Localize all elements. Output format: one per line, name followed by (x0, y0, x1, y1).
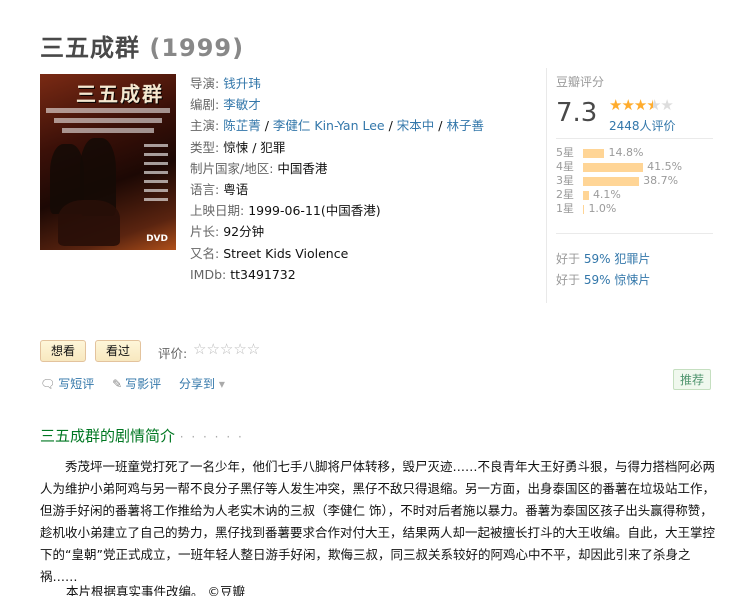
better-than-item: 好于 59% 犯罪片 (556, 252, 651, 266)
poster-credits (144, 144, 168, 207)
divider (556, 233, 713, 234)
want-to-watch-button[interactable]: 想看 (40, 340, 87, 362)
summary-text: 秀茂坪一班童党打死了一名少年，他们七手八脚将尸体转移，毁尸灭迹……不良青年大王好… (40, 459, 716, 584)
rate-stars-input[interactable]: ☆☆☆☆☆ (193, 340, 260, 358)
rating-bar (583, 191, 589, 200)
poster-band (62, 128, 154, 133)
better-than-genre-link[interactable]: 惊悚片 (614, 273, 650, 287)
comment-icon: 🗨 (40, 377, 56, 391)
genre: 犯罪 (260, 139, 286, 155)
rating-label: 豆瓣评分 (556, 75, 605, 89)
rating-pct: 1.0% (588, 202, 617, 215)
movie-poster[interactable]: 三五成群 DVD (40, 74, 176, 250)
rating-row-label: 3星 (556, 174, 574, 187)
rating-row-label: 5星 (556, 146, 574, 159)
poster-title: 三五成群 (76, 82, 164, 106)
cast-link[interactable]: 陈芷菁 (223, 118, 261, 133)
rating-row-label: 4星 (556, 160, 574, 173)
rating-bar (583, 163, 644, 172)
genre: 惊悚 (223, 139, 249, 155)
language-row: 语言: 粤语 (190, 182, 249, 198)
rating-pct: 41.5% (647, 160, 683, 173)
poster-band (46, 108, 170, 113)
writer-link[interactable]: 李敏才 (223, 97, 261, 112)
rating-row: 1星 1.0% (556, 202, 716, 216)
release-row: 上映日期: 1999-06-11(中国香港) (190, 203, 381, 219)
rating-row: 2星 4.1% (556, 188, 716, 202)
better-than-pct[interactable]: 59% (584, 273, 611, 287)
rating-bar (583, 205, 585, 214)
summary-title: 三五成群的剧情简介 · · · · · · (40, 427, 244, 445)
rating-row: 5星 14.8% (556, 146, 716, 160)
rating-row-label: 2星 (556, 188, 574, 201)
rating-row-label: 1星 (556, 202, 574, 215)
aka-row: 又名: Street Kids Violence (190, 245, 349, 261)
rating-stars: ★★★★★★ (609, 96, 674, 114)
rating-row: 4星 41.5% (556, 160, 716, 174)
page-title: 三五成群 (1999) (40, 34, 245, 62)
cast-row: 主演: 陈芷菁 / 李健仁 Kin-Yan Lee / 宋本中 / 林子善 (190, 118, 485, 134)
cast-link[interactable]: 林子善 (447, 118, 485, 133)
interest-buttons: 想看 看过 (40, 340, 150, 362)
rating-pct: 4.1% (592, 188, 621, 201)
poster-band (54, 118, 162, 123)
rating-pct: 38.7% (643, 174, 679, 187)
poster-figure (58, 200, 120, 246)
rating-distribution: 5星 14.8% 4星 41.5% 3星 38.7% 2星 4.1% 1星 1.0% (556, 146, 716, 216)
movie-info: 导演: 钱升玮 编剧: 李敏才 主演: 陈芷菁 / 李健仁 Kin-Yan Le… (190, 73, 484, 285)
better-than-pct[interactable]: 59% (584, 252, 611, 266)
write-short-review-link[interactable]: 写短评 (58, 377, 94, 391)
imdb-row: IMDb: tt3491732 (190, 266, 296, 282)
movie-year: (1999) (149, 34, 245, 62)
runtime-row: 片长: 92分钟 (190, 224, 265, 240)
rating-pct: 14.8% (608, 146, 644, 159)
cast-link[interactable]: 李健仁 Kin-Yan Lee (273, 118, 385, 133)
better-than-genre-link[interactable]: 犯罪片 (614, 252, 650, 266)
better-than: 好于 59% 犯罪片 好于 59% 惊悚片 (556, 249, 650, 291)
better-than-item: 好于 59% 惊悚片 (556, 273, 651, 287)
recommend-button[interactable]: 推荐 (673, 369, 712, 390)
pencil-icon: ✎ (112, 377, 123, 391)
director-link[interactable]: 钱升玮 (223, 76, 261, 91)
chevron-down-icon: ▾ (218, 377, 225, 391)
watched-button[interactable]: 看过 (95, 340, 142, 362)
rate-label: 评价: (158, 346, 188, 361)
share-link[interactable]: 分享到 (179, 377, 215, 391)
vote-count-link[interactable]: 2448人评价 (609, 117, 676, 134)
director-row: 导演: 钱升玮 (190, 76, 261, 91)
summary-note: 本片根据真实事件改编。 ©豆瓣 (66, 584, 245, 596)
rating-bar (583, 177, 640, 186)
write-review-link[interactable]: 写影评 (125, 377, 161, 391)
action-links: 🗨 写短评 ✎ 写影评 分享到 ▾ (40, 375, 242, 392)
rating-score: 7.3 (556, 98, 598, 128)
dvd-badge: DVD (146, 234, 168, 244)
rating-row: 3星 38.7% (556, 174, 716, 188)
country-row: 制片国家/地区: 中国香港 (190, 160, 328, 176)
genre-row: 类型: 惊悚 / 犯罪 (190, 139, 286, 155)
rating-bar (583, 149, 605, 158)
divider (556, 138, 713, 139)
cast-link[interactable]: 宋本中 (397, 118, 435, 133)
writer-row: 编剧: 李敏才 (190, 97, 261, 113)
